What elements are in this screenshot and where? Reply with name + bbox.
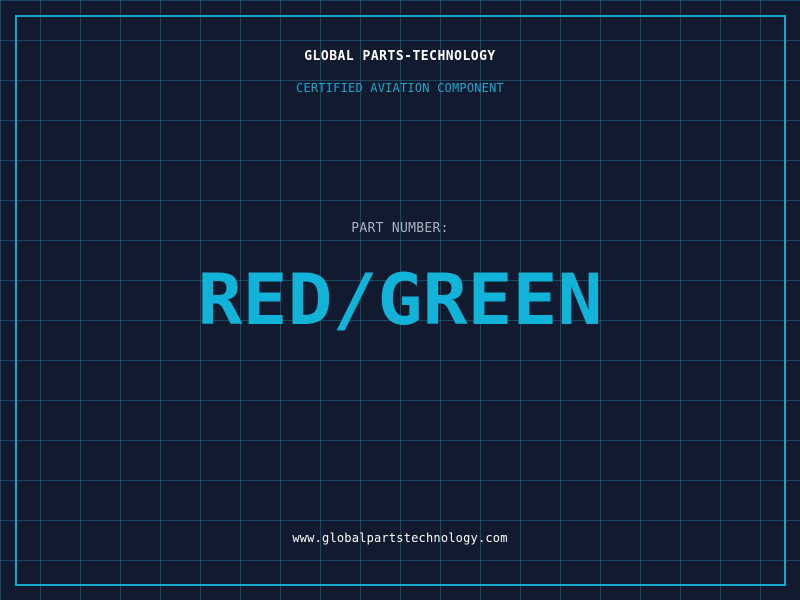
part-number-value: RED/GREEN: [198, 259, 603, 338]
part-number-label: PART NUMBER:: [351, 221, 449, 236]
part-number-display: RED/GREEN: [0, 258, 800, 338]
label-card: GLOBAL PARTS-TECHNOLOGY CERTIFIED AVIATI…: [0, 0, 800, 600]
company-name: GLOBAL PARTS-TECHNOLOGY: [304, 49, 496, 64]
certification-subtitle: CERTIFIED AVIATION COMPONENT: [296, 81, 504, 95]
website-url: www.globalpartstechnology.com: [292, 531, 508, 545]
